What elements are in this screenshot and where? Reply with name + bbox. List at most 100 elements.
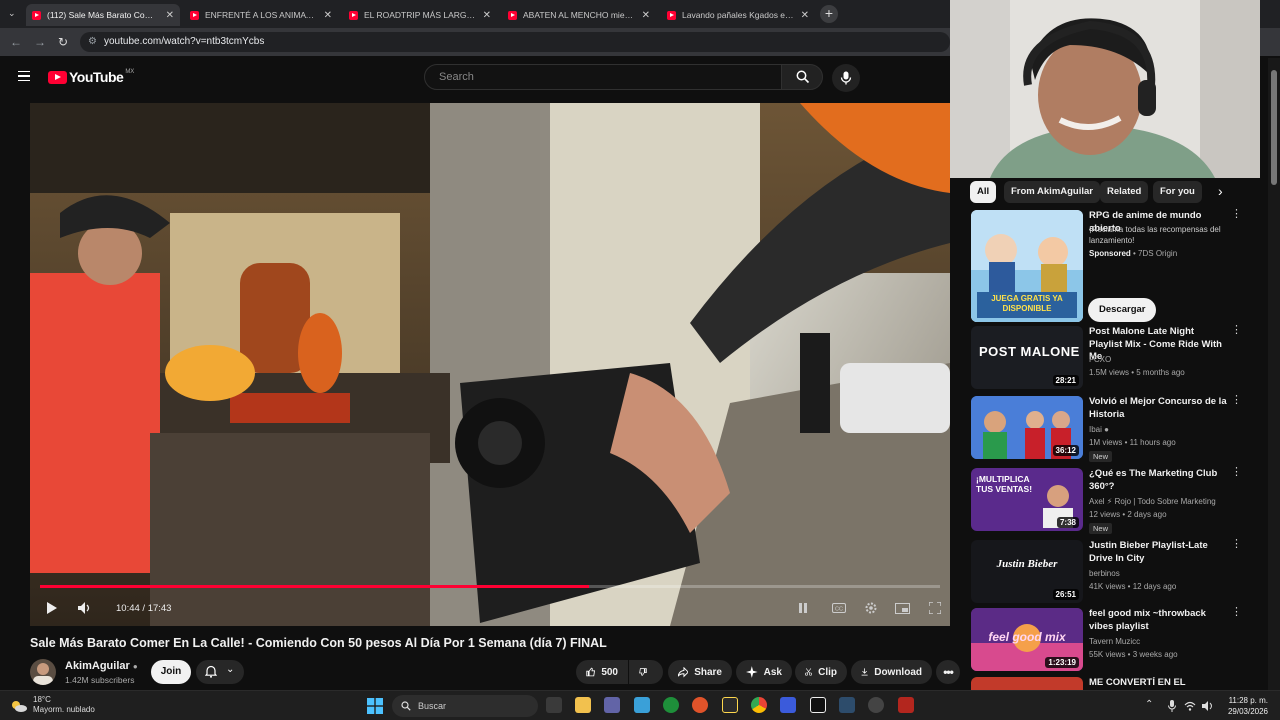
thumbnail-text: POST MALONE bbox=[979, 344, 1080, 359]
share-button[interactable]: Share bbox=[668, 660, 732, 684]
recommendation-item[interactable]: feel good mix 1:23:19 feel good mix ~thr… bbox=[971, 607, 1261, 671]
app-blue-icon[interactable] bbox=[780, 697, 796, 713]
chevron-up-icon[interactable]: ⌃ bbox=[1145, 699, 1153, 710]
subscriber-count: 1.42M subscribers bbox=[65, 675, 135, 685]
xbox-icon[interactable] bbox=[663, 697, 679, 713]
voice-search-button[interactable] bbox=[832, 64, 860, 92]
chevron-down-icon: ⌄ bbox=[226, 664, 235, 675]
download-button[interactable]: Download bbox=[851, 660, 932, 684]
more-vertical-icon[interactable]: ⋮ bbox=[1231, 607, 1242, 618]
recording-app-icon[interactable] bbox=[898, 697, 914, 713]
close-tab-icon[interactable]: ✕ bbox=[801, 10, 809, 21]
youtube-favicon-icon bbox=[32, 10, 41, 20]
chrome-icon[interactable] bbox=[751, 697, 767, 713]
recommendation-item[interactable]: ¡MULTIPLICA TUS VENTAS! 7:38 ¿Qué es The… bbox=[971, 467, 1261, 534]
ad-thumbnail[interactable]: JUEGA GRATIS YA DISPONIBLE bbox=[971, 210, 1083, 322]
site-info-icon[interactable]: ⚙ bbox=[88, 32, 97, 52]
recommendation-item[interactable]: POST MALONE 28:21 Post Malone Late Night… bbox=[971, 325, 1261, 389]
video-thumbnail[interactable]: 36:12 bbox=[971, 396, 1083, 459]
dislike-button[interactable] bbox=[629, 660, 663, 684]
player-controls: 10:44 / 17:43 CC bbox=[30, 590, 950, 626]
ask-button[interactable]: Ask bbox=[736, 660, 792, 684]
more-vertical-icon[interactable]: ⋮ bbox=[1231, 325, 1242, 336]
forward-icon[interactable]: → bbox=[34, 35, 46, 49]
system-clock[interactable]: 11:28 p. m. 29/03/2026 bbox=[1218, 695, 1268, 717]
capcut-icon[interactable] bbox=[810, 697, 826, 713]
wifi-icon[interactable] bbox=[1184, 701, 1196, 711]
chip-from-channel[interactable]: From AkimAguilar bbox=[1004, 181, 1100, 203]
back-icon[interactable]: ← bbox=[10, 35, 22, 49]
task-view-icon[interactable] bbox=[546, 697, 562, 713]
fullscreen-icon[interactable] bbox=[929, 602, 941, 614]
chip-related[interactable]: Related bbox=[1100, 181, 1149, 203]
new-tab-button[interactable]: + bbox=[820, 5, 838, 23]
recommendation-item[interactable]: ME CONVERTÍ EN EL bbox=[971, 677, 1261, 690]
volume-icon[interactable] bbox=[78, 602, 92, 614]
browser-tab-2[interactable]: EL ROADTRIP MÁS LARGO DE MI VIDA ✕ bbox=[343, 4, 497, 26]
thumbs-up-icon bbox=[586, 667, 596, 677]
photos-icon[interactable] bbox=[634, 697, 650, 713]
more-vertical-icon[interactable]: ⋮ bbox=[1231, 467, 1242, 478]
url-field[interactable]: ⚙ youtube.com/watch?v=ntb3tcmYcbs bbox=[80, 32, 950, 52]
video-thumbnail[interactable]: POST MALONE 28:21 bbox=[971, 326, 1083, 389]
chip-all[interactable]: All bbox=[970, 181, 997, 203]
search-input[interactable]: Search bbox=[424, 64, 782, 90]
reload-icon[interactable]: ↻ bbox=[58, 35, 68, 49]
play-icon[interactable] bbox=[46, 602, 58, 614]
search-button[interactable] bbox=[781, 64, 823, 90]
chevron-right-icon[interactable]: › bbox=[1218, 183, 1223, 199]
recommendation-item[interactable]: Justin Bieber 26:51 Justin Bieber Playli… bbox=[971, 539, 1261, 603]
more-vertical-icon[interactable]: ⋮ bbox=[1231, 209, 1242, 220]
video-thumbnail[interactable]: ¡MULTIPLICA TUS VENTAS! 7:38 bbox=[971, 468, 1083, 531]
browser-tab-4[interactable]: Lavando pañales Kgados en La ✕ bbox=[661, 4, 815, 26]
thumbnail-text: Justin Bieber bbox=[996, 558, 1058, 570]
video-player[interactable]: 10:44 / 17:43 CC bbox=[30, 103, 950, 626]
close-tab-icon[interactable]: ✕ bbox=[642, 10, 650, 21]
app-circle-icon[interactable] bbox=[868, 697, 884, 713]
channel-name[interactable]: AkimAguilar ● bbox=[65, 660, 138, 672]
recommendation-channel: berbinos bbox=[1089, 569, 1120, 578]
more-vertical-icon[interactable]: ⋮ bbox=[1231, 395, 1242, 406]
recommendation-item[interactable]: 36:12 Volvió el Mejor Concurso de la His… bbox=[971, 395, 1261, 462]
app-gear-icon[interactable] bbox=[839, 697, 855, 713]
pause-indicator-icon[interactable] bbox=[798, 603, 808, 613]
weather-widget[interactable]: 18°C Mayorm. nublado bbox=[33, 695, 95, 715]
join-button[interactable]: Join bbox=[151, 660, 191, 684]
notifications-button[interactable]: ⌄ bbox=[196, 660, 244, 684]
thumbs-down-icon bbox=[639, 668, 647, 676]
speaker-icon[interactable] bbox=[1202, 701, 1214, 711]
scrollbar[interactable] bbox=[1268, 58, 1280, 690]
miniplayer-icon[interactable] bbox=[895, 603, 910, 614]
browser-tab-1[interactable]: ENFRENTÉ A LOS ANIMATRONICS ✕ bbox=[184, 4, 338, 26]
more-vertical-icon[interactable]: ⋮ bbox=[1231, 539, 1242, 550]
browser-tab-0[interactable]: (112) Sale Más Barato Comer En La Calle … bbox=[26, 4, 180, 26]
browser-tab-3[interactable]: ABATEN AL MENCHO mientras ✕ bbox=[502, 4, 656, 26]
windows-start-icon[interactable] bbox=[367, 698, 383, 714]
scrollbar-thumb[interactable] bbox=[1271, 70, 1277, 185]
app-z-icon[interactable] bbox=[722, 697, 738, 713]
progress-bar[interactable] bbox=[40, 585, 940, 588]
brave-icon[interactable] bbox=[692, 697, 708, 713]
youtube-logo[interactable]: YouTube MX bbox=[48, 69, 134, 85]
ad-download-button[interactable]: Descargar bbox=[1088, 298, 1157, 322]
microphone-icon[interactable] bbox=[1168, 700, 1176, 712]
teams-icon[interactable] bbox=[604, 697, 620, 713]
close-tab-icon[interactable]: ✕ bbox=[483, 10, 491, 21]
chip-for-you[interactable]: For you bbox=[1153, 181, 1202, 203]
file-explorer-icon[interactable] bbox=[575, 697, 591, 713]
menu-icon[interactable] bbox=[18, 71, 30, 81]
video-thumbnail[interactable] bbox=[971, 677, 1083, 690]
clip-button[interactable]: Clip bbox=[795, 660, 847, 684]
tab-label: ENFRENTÉ A LOS ANIMATRONICS bbox=[205, 10, 318, 20]
more-actions-button[interactable]: ••• bbox=[936, 660, 960, 684]
close-tab-icon[interactable]: ✕ bbox=[324, 10, 332, 21]
video-thumbnail[interactable]: feel good mix 1:23:19 bbox=[971, 608, 1083, 671]
tab-list-icon[interactable]: ⌄ bbox=[8, 8, 16, 19]
like-button[interactable]: 500 bbox=[576, 660, 628, 684]
close-tab-icon[interactable]: ✕ bbox=[166, 10, 174, 21]
captions-icon[interactable]: CC bbox=[832, 603, 846, 613]
video-thumbnail[interactable]: Justin Bieber 26:51 bbox=[971, 540, 1083, 603]
taskbar-search[interactable]: Buscar bbox=[392, 695, 538, 717]
settings-gear-icon[interactable] bbox=[864, 601, 878, 615]
channel-avatar[interactable] bbox=[30, 659, 56, 685]
